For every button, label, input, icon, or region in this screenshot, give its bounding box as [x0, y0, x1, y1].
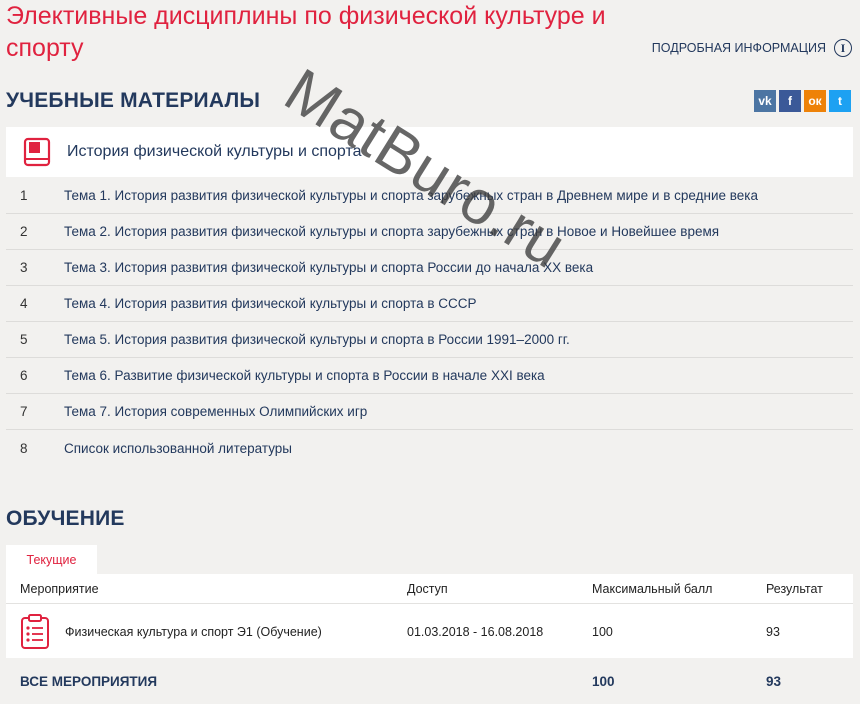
more-info-label: ПОДРОБНАЯ ИНФОРМАЦИЯ — [651, 41, 826, 55]
topic-item[interactable]: 8 Список использованной литературы — [6, 430, 853, 466]
topic-item[interactable]: 1 Тема 1. История развития физической кул… — [6, 178, 853, 214]
topic-item[interactable]: 4 Тема 4. История развития физической кул… — [6, 286, 853, 322]
table-header: Мероприятие Доступ Максимальный балл Рез… — [6, 574, 853, 604]
odnoklassniki-share-icon[interactable]: ок — [804, 90, 826, 112]
learning-section-title: ОБУЧЕНИЕ — [6, 507, 125, 530]
event-access: 01.03.2018 - 16.08.2018 — [407, 624, 544, 639]
topic-number: 8 — [20, 440, 28, 456]
vk-share-icon[interactable]: vk — [754, 90, 776, 112]
table-row[interactable]: Физическая культура и спорт Э1 (Обучение… — [6, 604, 853, 660]
info-icon: i — [834, 39, 852, 57]
event-name[interactable]: Физическая культура и спорт Э1 (Обучение… — [65, 625, 322, 639]
topic-item[interactable]: 3 Тема 3. История развития физической кул… — [6, 250, 853, 286]
topic-item[interactable]: 6 Тема 6. Развитие физической культуры и … — [6, 358, 853, 394]
topic-link[interactable]: Тема 1. История развития физической куль… — [64, 188, 758, 203]
topic-number: 6 — [20, 368, 28, 383]
more-info-link[interactable]: ПОДРОБНАЯ ИНФОРМАЦИЯ i — [652, 39, 852, 57]
tab-current[interactable]: Текущие — [6, 545, 97, 575]
topic-number: 3 — [20, 260, 28, 275]
total-result: 93 — [766, 673, 782, 689]
topic-number: 1 — [20, 188, 28, 203]
twitter-share-icon[interactable]: t — [829, 90, 851, 112]
topic-number: 2 — [20, 224, 28, 239]
column-header-max-score: Максимальный балл — [592, 581, 713, 596]
topic-link[interactable]: Тема 6. Развитие физической культуры и с… — [64, 368, 545, 383]
topic-link[interactable]: Список использованной литературы — [64, 441, 292, 456]
topic-link[interactable]: Тема 4. История развития физической куль… — [64, 296, 477, 311]
total-row: ВСЕ МЕРОПРИЯТИЯ 100 93 — [6, 658, 853, 704]
event-result: 93 — [766, 624, 780, 639]
topic-number: 4 — [20, 296, 28, 311]
column-header-event: Мероприятие — [20, 581, 99, 596]
topic-link[interactable]: Тема 5. История развития физической куль… — [64, 332, 570, 347]
clipboard-icon — [21, 613, 49, 649]
course-header[interactable]: История физической культуры и спорта — [6, 127, 853, 177]
events-table: Мероприятие Доступ Максимальный балл Рез… — [6, 574, 853, 660]
event-cell: Физическая культура и спорт Э1 (Обучение… — [6, 613, 407, 650]
topic-number: 7 — [20, 404, 28, 419]
topic-link[interactable]: Тема 2. История развития физической куль… — [64, 224, 719, 239]
page-title: Элективные дисциплины по физической куль… — [6, 2, 606, 62]
total-max-score: 100 — [592, 673, 615, 689]
facebook-share-icon[interactable]: f — [779, 90, 801, 112]
column-header-result: Результат — [766, 581, 823, 596]
total-label: ВСЕ МЕРОПРИЯТИЯ — [20, 673, 158, 689]
event-max-score: 100 — [592, 624, 613, 639]
materials-section-title: УЧЕБНЫЕ МАТЕРИАЛЫ — [6, 89, 261, 112]
social-share: vk f ок t — [754, 90, 851, 112]
column-header-access: Доступ — [407, 581, 448, 596]
topic-item[interactable]: 5 Тема 5. История развития физической кул… — [6, 322, 853, 358]
topic-item[interactable]: 2 Тема 2. История развития физической кул… — [6, 214, 853, 250]
topic-number: 5 — [20, 332, 28, 347]
course-name: История физической культуры и спорта — [67, 143, 362, 160]
topic-link[interactable]: Тема 7. История современных Олимпийских … — [64, 404, 367, 419]
topic-item[interactable]: 7 Тема 7. История современных Олимпийских… — [6, 394, 853, 430]
topic-link[interactable]: Тема 3. История развития физической куль… — [64, 260, 593, 275]
book-icon — [23, 137, 51, 167]
topic-list: 1 Тема 1. История развития физической кул… — [6, 178, 853, 466]
